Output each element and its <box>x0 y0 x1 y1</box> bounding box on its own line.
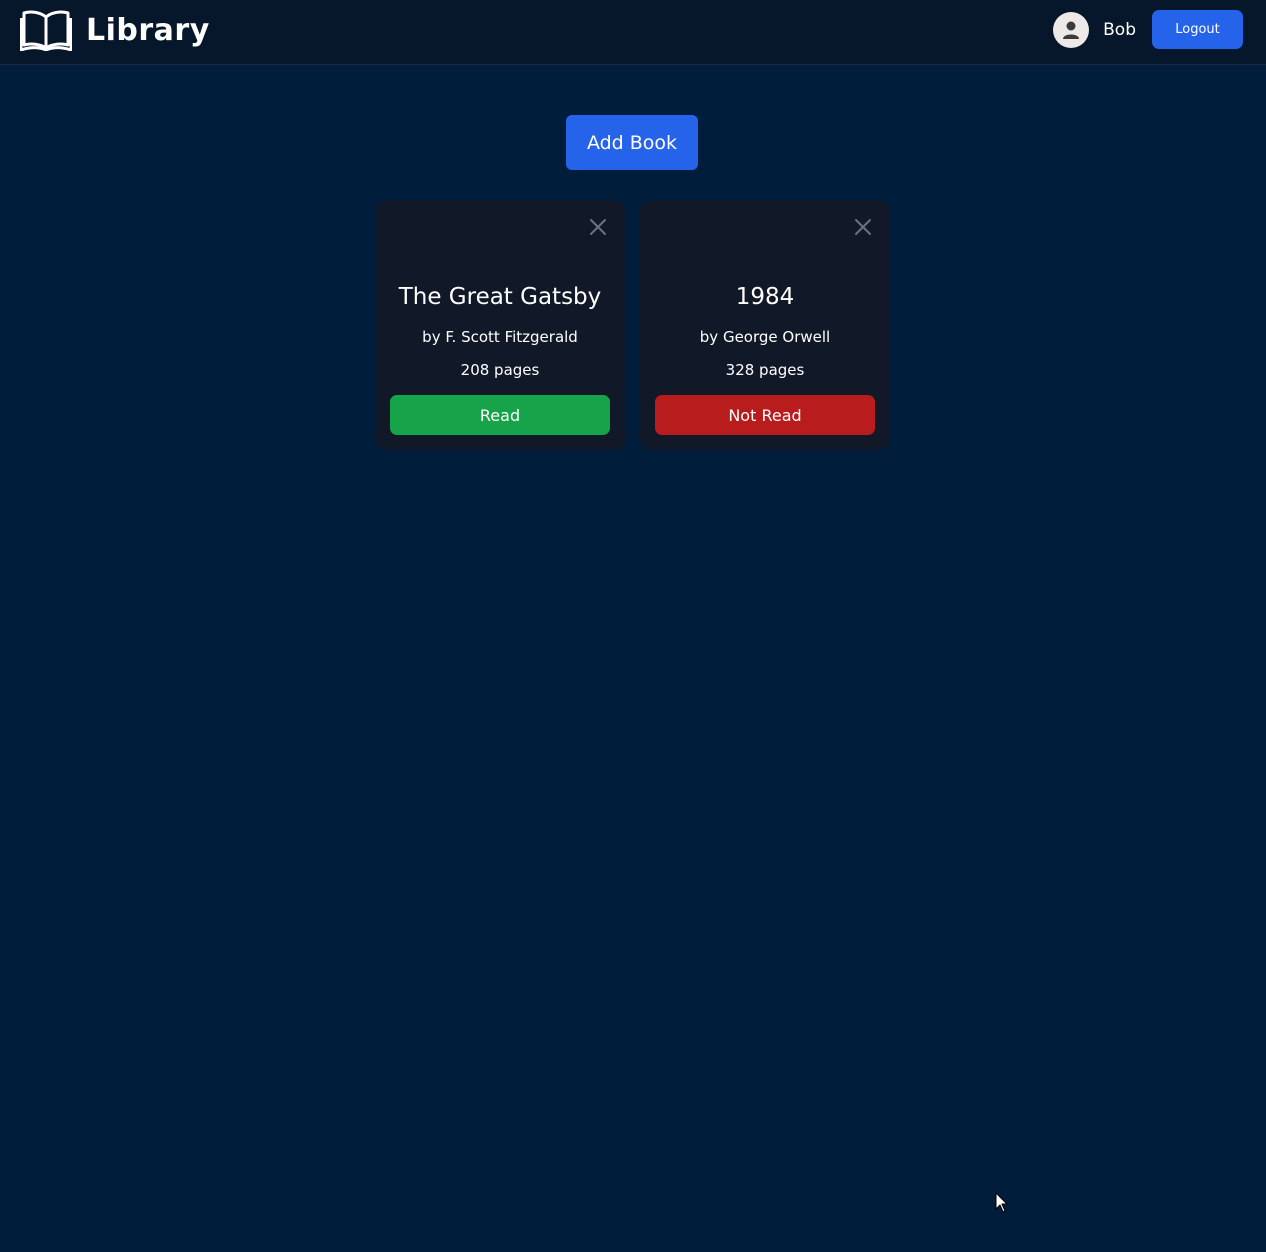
book-author: by F. Scott Fitzgerald <box>422 328 578 346</box>
book-author: by George Orwell <box>699 328 831 346</box>
read-status-button[interactable]: Read <box>390 395 610 435</box>
avatar[interactable] <box>1053 11 1090 48</box>
app-title: Library <box>86 12 210 48</box>
book-title: The Great Gatsby <box>398 284 602 310</box>
book-card: 1984 by George Orwell 328 pages Not Read <box>640 200 890 450</box>
user-menu: Bob Logout <box>1053 10 1243 49</box>
username: Bob <box>1103 19 1136 40</box>
book-pages: 208 pages <box>460 361 540 379</box>
book-card: The Great Gatsby by F. Scott Fitzgerald … <box>375 200 625 450</box>
open-book-icon <box>20 10 72 51</box>
user-silhouette-icon <box>1063 21 1080 39</box>
book-title: 1984 <box>735 284 795 310</box>
add-book-button[interactable]: Add Book <box>566 115 698 170</box>
mouse-pointer-icon <box>995 1192 1008 1213</box>
close-icon[interactable] <box>589 218 607 236</box>
read-status-button[interactable]: Not Read <box>655 395 875 435</box>
close-icon[interactable] <box>854 218 872 236</box>
book-pages: 328 pages <box>725 361 805 379</box>
brand[interactable]: Library <box>20 8 210 52</box>
logout-button[interactable]: Logout <box>1152 10 1243 49</box>
top-navbar: Library Bob Logout <box>0 0 1266 65</box>
